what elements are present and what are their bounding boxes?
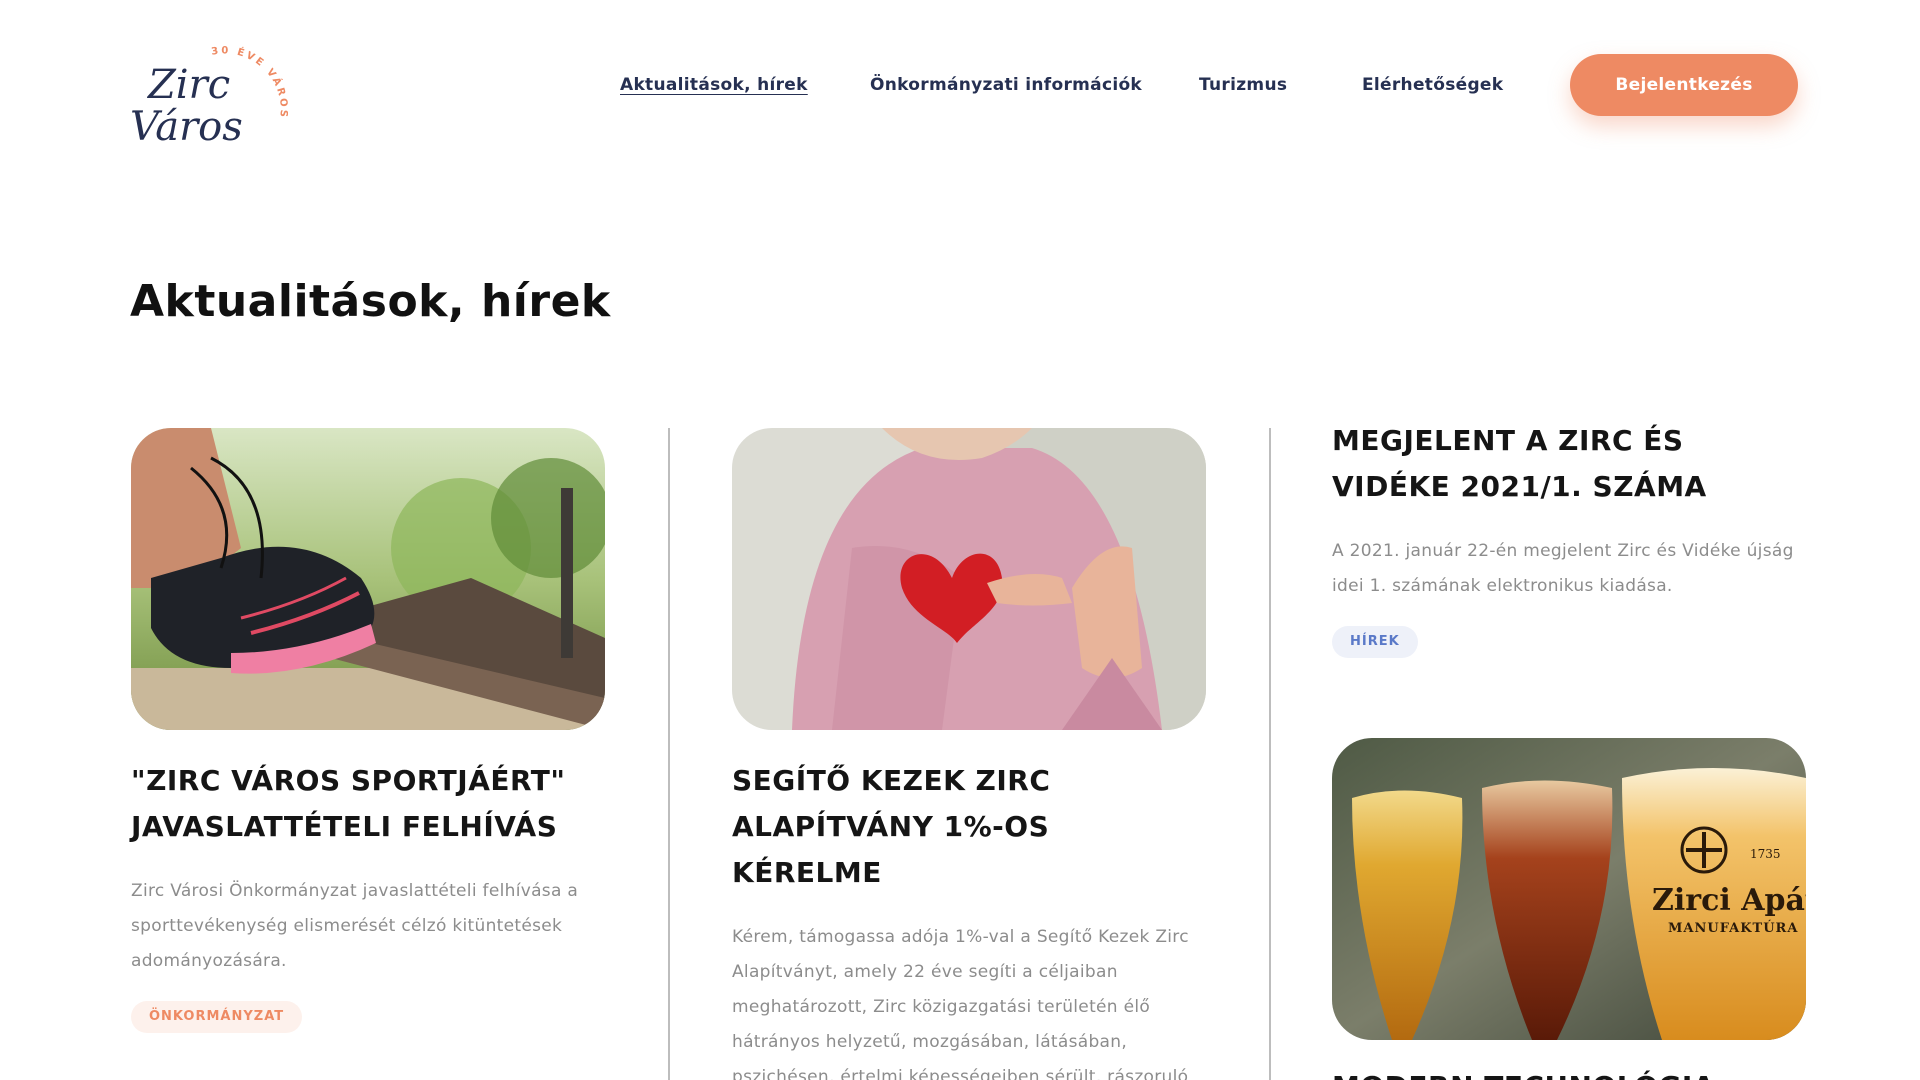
beer-glasses-photo[interactable]: Zirci Apátsági MANUFAKTÚRA 1735 [1332, 738, 1806, 1040]
column-divider [668, 428, 670, 1080]
article-excerpt: Zirc Városi Önkormányzat javaslattételi … [131, 881, 579, 971]
glass-label-text: Zirci Apátsági [1652, 883, 1806, 918]
article-title[interactable]: Segítő Kezek Zirc Alapítvány 1%-os kérel… [732, 758, 1192, 896]
article-card[interactable]: Zirci Apátsági MANUFAKTÚRA 1735 Modern t… [1332, 738, 1806, 1080]
nav-item-municipal-info[interactable]: Önkormányzati információk [870, 75, 1142, 95]
nav-item-contacts[interactable]: Elérhetőségek [1362, 75, 1503, 95]
column-divider [1269, 428, 1271, 1080]
nav-item-news[interactable]: Aktualitások, hírek [620, 75, 808, 95]
category-tag[interactable]: HÍREK [1332, 626, 1418, 658]
main-nav: Aktualitások, hírek Önkormányzati inform… [620, 54, 1798, 116]
logo-line2: Város [130, 104, 243, 150]
glass-sub-text: MANUFAKTÚRA [1668, 919, 1798, 936]
article-title[interactable]: Modern technológia [1332, 1064, 1806, 1080]
article-card[interactable]: "Zirc Város Sportjáért" javaslattételi f… [131, 428, 605, 1033]
nav-item-tourism[interactable]: Turizmus [1199, 75, 1287, 95]
article-card[interactable]: Megjelent a Zirc és Vidéke 2021/1. száma… [1332, 418, 1806, 658]
glass-year-text: 1735 [1750, 847, 1781, 861]
article-card[interactable]: Segítő Kezek Zirc Alapítvány 1%-os kérel… [732, 428, 1206, 1080]
heart-in-hand-photo[interactable] [732, 428, 1206, 730]
login-button[interactable]: Bejelentkezés [1570, 54, 1798, 116]
article-excerpt: A 2021. január 22-én megjelent Zirc és V… [1332, 541, 1794, 596]
article-excerpt: Kérem, támogassa adója 1%-val a Segítő K… [732, 927, 1189, 1080]
logo-line1: Zirc [146, 62, 230, 108]
site-logo[interactable]: 30 ÉVE VÁROS Zirc Város [128, 40, 288, 152]
category-tag[interactable]: ÖNKORMÁNYZAT [131, 1001, 303, 1033]
article-title[interactable]: Megjelent a Zirc és Vidéke 2021/1. száma [1332, 418, 1806, 510]
page-title: Aktualitások, hírek [130, 276, 611, 327]
running-shoe-photo[interactable] [131, 428, 605, 730]
article-title[interactable]: "Zirc Város Sportjáért" javaslattételi f… [131, 758, 571, 850]
